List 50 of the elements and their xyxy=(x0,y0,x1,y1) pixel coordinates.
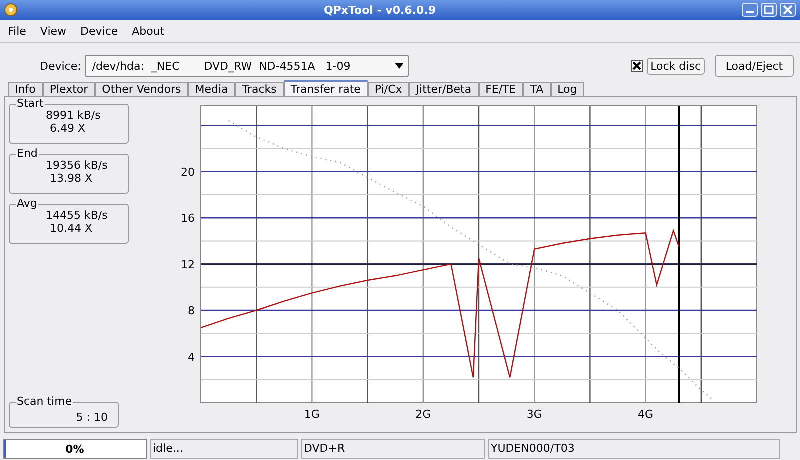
y-tick-label: 12 xyxy=(181,258,195,272)
speed-value: 8991 kB/s xyxy=(45,109,102,122)
group-title: Avg xyxy=(16,198,38,210)
tab[interactable]: FE/TE xyxy=(478,82,524,96)
minimize-icon[interactable] xyxy=(742,3,758,17)
tab[interactable]: Info xyxy=(8,82,43,96)
y-tick-label: 4 xyxy=(188,350,195,364)
group-title: Start xyxy=(16,98,45,110)
tab[interactable]: TA xyxy=(523,82,551,96)
tab[interactable]: Other Vendors xyxy=(95,82,188,96)
menu-item[interactable]: About xyxy=(132,24,165,38)
menu-item[interactable]: View xyxy=(40,24,67,38)
y-tick-label: 8 xyxy=(188,304,195,318)
media-id: YUDEN000/T03 xyxy=(488,439,780,459)
menu-item[interactable]: File xyxy=(8,24,26,38)
tab[interactable]: Transfer rate xyxy=(284,80,368,96)
tab[interactable]: Jitter/Beta xyxy=(409,82,479,96)
load-eject-button[interactable]: Load/Eject xyxy=(715,55,794,77)
factor-value: 6.49 X xyxy=(49,122,87,135)
x-tick-label: 4G xyxy=(638,408,654,421)
tab[interactable]: Log xyxy=(550,82,584,96)
group-title: Scan time xyxy=(16,396,74,408)
x-tick-label: 3G xyxy=(526,408,542,421)
factor-value: 10.44 X xyxy=(49,222,94,235)
speed-value: 14455 kB/s xyxy=(45,209,109,222)
lock-disc-label[interactable]: Lock disc xyxy=(646,58,705,74)
caret-icon xyxy=(395,63,404,69)
menu-item[interactable]: Device xyxy=(80,24,118,38)
progress-text: 0% xyxy=(64,442,86,456)
device-dropdown[interactable]: /dev/hda: _NEC DVD_RW ND-4551A 1-09 xyxy=(85,55,410,77)
factor-value: 13.98 X xyxy=(49,172,94,185)
tab[interactable]: Plextor xyxy=(42,82,96,96)
tab[interactable]: Tracks xyxy=(235,82,284,96)
y-tick-label: 20 xyxy=(181,166,195,179)
tab[interactable]: Pi/Cx xyxy=(368,82,410,96)
y-tick-label: 16 xyxy=(181,212,195,226)
device-label: Device: xyxy=(40,60,82,72)
maximize-icon[interactable] xyxy=(761,3,777,17)
scan-time-value: 5 : 10 xyxy=(75,411,109,424)
close-icon[interactable] xyxy=(780,3,796,17)
window-title: QPxTool - v0.6.0.9 xyxy=(323,4,437,16)
tab[interactable]: Media xyxy=(188,82,236,96)
media-type: DVD+R xyxy=(301,439,485,459)
status-text: idle... xyxy=(150,439,298,459)
x-tick-label: 1G xyxy=(304,408,320,421)
x-tick-label: 2G xyxy=(416,408,432,421)
speed-value: 19356 kB/s xyxy=(45,159,109,172)
app-icon xyxy=(4,3,18,17)
group-title: End xyxy=(16,148,39,160)
lock-disc-checkbox[interactable] xyxy=(630,60,643,72)
